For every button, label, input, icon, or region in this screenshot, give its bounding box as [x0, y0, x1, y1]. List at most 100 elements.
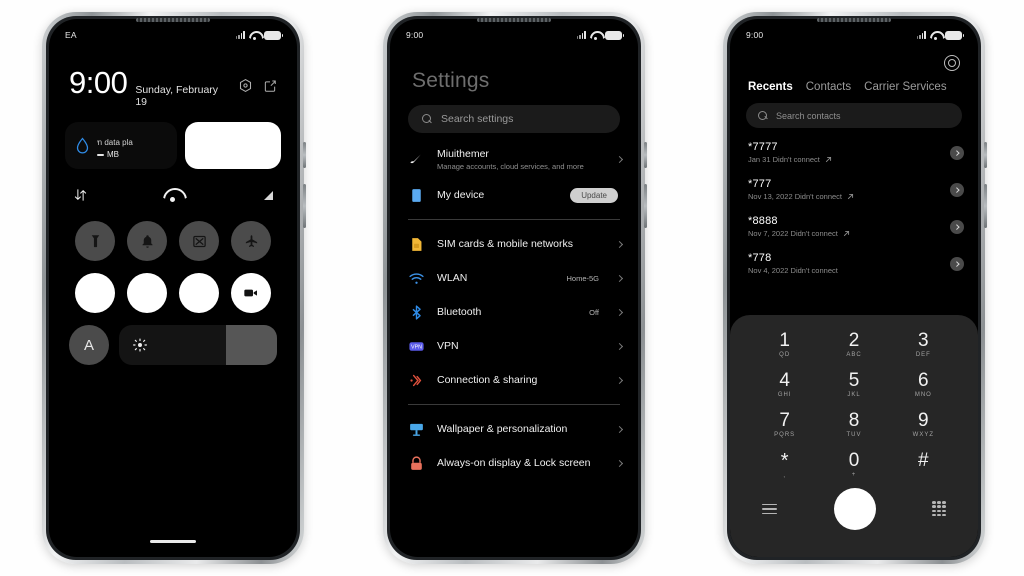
call-log-main: *8888 Nov 7, 2022 Didn't connect	[748, 215, 950, 238]
tab-contacts[interactable]: Contacts	[806, 81, 851, 93]
power-button[interactable]	[303, 184, 306, 228]
power-button[interactable]	[644, 184, 647, 228]
phone3-bezel: 9:00 Recents Contacts Carrier Services S…	[727, 16, 981, 560]
expand-slot[interactable]	[206, 190, 274, 200]
dialpad-key-7[interactable]: 7 PQRS	[750, 407, 819, 441]
dialpad-digit: 1	[779, 330, 790, 351]
volume-button[interactable]	[303, 142, 306, 168]
dialpad-sub: DEF	[915, 351, 931, 358]
battery-icon	[945, 30, 964, 40]
power-button[interactable]	[984, 184, 987, 228]
call-details-button[interactable]	[950, 145, 964, 160]
screen-recorder-tile[interactable]	[231, 273, 271, 313]
call-button[interactable]	[833, 487, 876, 530]
white-widget-card[interactable]	[185, 122, 281, 169]
settings-row-vpn[interactable]: VPN VPN	[390, 329, 638, 363]
call-number: *8888	[748, 215, 778, 227]
list-divider	[408, 219, 620, 221]
ringer-tile[interactable]	[127, 221, 167, 261]
hamburger-icon[interactable]	[762, 501, 777, 518]
dialpad-key-6[interactable]: 6 MNO	[889, 367, 958, 401]
call-log-row[interactable]: *8888 Nov 7, 2022 Didn't connect	[730, 208, 978, 245]
outgoing-call-arrow-icon	[847, 193, 854, 200]
dialpad-key-5[interactable]: 5 JKL	[819, 367, 888, 401]
tab-recents[interactable]: Recents	[748, 81, 793, 93]
wifi-icon	[249, 31, 260, 40]
flashlight-tile[interactable]	[75, 221, 115, 261]
tab-carrier-services[interactable]: Carrier Services	[864, 81, 946, 93]
call-meta: Nov 7, 2022 Didn't connect	[748, 229, 950, 238]
search-contacts-input[interactable]: Search contacts	[746, 103, 962, 128]
call-details-button[interactable]	[950, 182, 964, 197]
settings-row-my-device[interactable]: My device Update	[390, 178, 638, 212]
screenshot-tile[interactable]	[179, 221, 219, 261]
call-number: *778	[748, 252, 772, 264]
dialpad-key-9[interactable]: 9 WXYZ	[889, 407, 958, 441]
call-details-button[interactable]	[950, 219, 964, 234]
edit-icon[interactable]	[263, 79, 277, 93]
signal-icon	[576, 31, 586, 39]
settings-row-aod-lockscreen[interactable]: Always-on display & Lock screen	[390, 446, 638, 480]
search-settings-input[interactable]: Search settings	[408, 105, 620, 133]
auto-brightness-label: A	[83, 336, 94, 354]
dialpad-key-hash[interactable]: #	[889, 447, 958, 482]
dialpad-key-3[interactable]: 3 DEF	[889, 327, 958, 361]
data-usage-widget[interactable]: nown data pla MB	[65, 122, 281, 169]
volume-button[interactable]	[644, 142, 647, 168]
phone-device-2: 9:00 Settings Search settings Miuithemer…	[383, 12, 647, 564]
settings-row-sim-cards[interactable]: SIM cards & mobile networks	[390, 227, 638, 261]
call-log-row[interactable]: *777 Nov 13, 2022 Didn't connect	[730, 171, 978, 208]
call-log-row[interactable]: *778 Nov 4, 2022 Didn't connect	[730, 245, 978, 282]
settings-row-label: My device	[437, 188, 485, 201]
chevron-right-icon	[615, 425, 624, 433]
quick-settings-tiles	[49, 203, 297, 313]
home-indicator[interactable]	[150, 540, 196, 543]
dialer-settings-button[interactable]	[730, 45, 978, 71]
auto-brightness-button[interactable]: A	[69, 325, 109, 365]
wifi-icon[interactable]	[163, 188, 183, 203]
settings-row-label: Always-on display & Lock screen	[437, 456, 591, 469]
settings-row-bluetooth[interactable]: Bluetooth Off	[390, 295, 638, 329]
settings-row-connection-sharing[interactable]: Connection & sharing	[390, 363, 638, 397]
volume-button[interactable]	[984, 142, 987, 168]
dialpad-key-2[interactable]: 2 ABC	[819, 327, 888, 361]
data-usage-card[interactable]: nown data pla MB	[65, 122, 177, 169]
settings-row-texts: SIM cards & mobile networks	[437, 238, 605, 251]
settings-row-wlan[interactable]: WLAN Home-5G	[390, 261, 638, 295]
tile-5[interactable]	[75, 273, 115, 313]
statusbar-time: 9:00	[406, 30, 424, 40]
call-log-row[interactable]: *7777 Jan 31 Didn't connect	[730, 134, 978, 171]
brightness-slider[interactable]	[119, 325, 277, 365]
gear-icon[interactable]	[944, 55, 960, 71]
lock-icon	[408, 455, 425, 472]
settings-row-texts: Always-on display & Lock screen	[437, 457, 605, 470]
settings-hex-icon[interactable]	[238, 78, 253, 93]
dialpad-key-star[interactable]: * ,	[750, 447, 819, 482]
tile-7[interactable]	[179, 273, 219, 313]
dialpad-sub: +	[851, 471, 857, 478]
data-sync-slot[interactable]	[73, 187, 140, 203]
settings-row-texts: Wallpaper & personalization	[437, 423, 605, 436]
tile-6[interactable]	[127, 273, 167, 313]
airplane-mode-tile[interactable]	[231, 221, 271, 261]
outgoing-call-arrow-icon	[825, 156, 832, 163]
dialpad-digit: 3	[918, 330, 929, 351]
dialpad-key-1[interactable]: 1 QD	[750, 327, 819, 361]
data-sync-icon[interactable]	[73, 187, 88, 203]
wifi-slot[interactable]	[140, 188, 207, 203]
settings-row-miuithemer[interactable]: Miuithemer Manage accounts, cloud servic…	[390, 141, 638, 178]
phone2-screen: 9:00 Settings Search settings Miuithemer…	[390, 19, 638, 557]
dialer-tabs: Recents Contacts Carrier Services	[730, 71, 978, 93]
search-icon	[758, 110, 768, 121]
dialpad-key-8[interactable]: 8 TUV	[819, 407, 888, 441]
dialpad-sub: ABC	[846, 351, 862, 358]
call-details-button[interactable]	[950, 256, 964, 271]
dialpad-key-4[interactable]: 4 GHI	[750, 367, 819, 401]
keypad-icon[interactable]	[932, 501, 946, 517]
settings-row-label: WLAN	[437, 271, 468, 284]
settings-row-label: Miuithemer	[437, 148, 489, 160]
dialpad-key-0[interactable]: 0 +	[819, 447, 888, 482]
update-button[interactable]: Update	[570, 187, 618, 203]
triangle-icon[interactable]	[264, 190, 274, 200]
settings-row-wallpaper[interactable]: Wallpaper & personalization	[390, 412, 638, 446]
